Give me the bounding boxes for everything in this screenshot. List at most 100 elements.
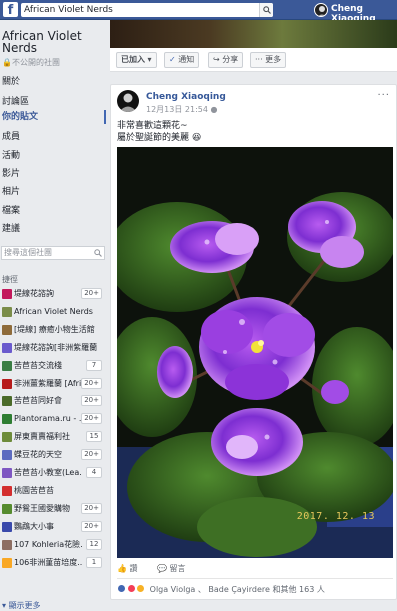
notification-count-badge: 15 (86, 431, 102, 443)
shortcut-item[interactable]: 屏東賣賣福利社 15 (0, 430, 106, 444)
author-avatar[interactable] (117, 90, 139, 112)
shortcut-label: 107 Kohleria花險... (14, 539, 82, 549)
share-icon: ↪ (213, 55, 223, 64)
group-thumbnail-icon (2, 289, 12, 299)
top-navbar: f African Violet Nerds Cheng Xiaoqing (0, 0, 397, 24)
post-card: Cheng Xiaoqing 12月13日 21:54 ● ··· 非常喜歡這顆… (110, 84, 397, 600)
shortcut-item[interactable]: 106非洲菫苗培度... 1 (0, 556, 106, 570)
shortcut-item[interactable]: 苦苣苔小教室(Lea... 4 (0, 466, 106, 480)
shortcut-item[interactable]: 苦苣苔交流棧 7 (0, 359, 106, 373)
shortcut-label: 非洲薑紫羅蘭 [Afri (14, 378, 82, 388)
post-photo-african-violet[interactable]: 2017. 12. 13 (117, 147, 393, 558)
group-thumbnail-icon (2, 557, 12, 568)
reactions-summary[interactable]: Olga Violga 、 Bade Çayirdere 和其他 163 人 (117, 584, 393, 595)
shortcut-label: 苦苣苔交流棧 (14, 360, 62, 370)
notification-count-badge: 20+ (81, 395, 102, 407)
group-cover-photo (110, 20, 397, 48)
shortcut-item[interactable]: 野鴛王國愛購物 20+ (0, 502, 106, 516)
notification-count-badge: 20+ (81, 288, 102, 299)
sidebar-item-members[interactable]: 成員 (2, 130, 106, 144)
group-privacy-label: 🔒不公開的社團 (2, 58, 60, 67)
shortcut-item[interactable]: 107 Kohleria花險... 12 (0, 538, 106, 552)
shortcut-item[interactable]: 堤線花諮詢 20+ (0, 287, 106, 301)
post-author-link[interactable]: Cheng Xiaoqing (146, 92, 226, 102)
globe-icon: ● (210, 105, 218, 114)
group-thumbnail-icon (2, 503, 12, 514)
shortcut-item[interactable]: 桃園苦苣苔 (0, 484, 106, 498)
sidebar-item-discussion[interactable]: 討論區 (2, 95, 106, 109)
shortcuts-heading: 捷徑 (2, 275, 18, 284)
group-action-bar: 已加入 ▾ ✓ 通知 ↪ 分享 ··· 更多 (110, 48, 397, 72)
shortcut-item[interactable]: 蝶豆花的天空 20+ (0, 448, 106, 462)
more-dots-icon: ··· (255, 55, 266, 64)
sidebar-item-your-posts[interactable]: 你的貼文 (2, 110, 106, 124)
shortcut-label: 鸚鵡大小事 (14, 521, 54, 531)
group-thumbnail-icon (2, 342, 12, 353)
comment-icon: 💬 (157, 564, 170, 573)
sidebar-item-files[interactable]: 檔案 (2, 204, 106, 218)
notification-count-badge: 12 (86, 538, 102, 550)
shortcut-label: 106非洲菫苗培度... (14, 557, 82, 567)
notification-count-badge: 20+ (81, 520, 102, 532)
group-thumbnail-icon (2, 468, 12, 478)
post-text-line-2: 屬於聖誕節的美麗 😆 (117, 133, 202, 143)
wow-reaction-icon (136, 584, 146, 593)
shortcut-label: African Violet Nerds (14, 306, 93, 316)
post-timestamp[interactable]: 12月13日 21:54 ● (146, 104, 218, 115)
group-thumbnail-icon (2, 432, 12, 443)
group-thumbnail-icon (2, 360, 12, 371)
shortcut-label: 堤線花諮詢[非洲紫羅蘭 (14, 342, 98, 352)
group-thumbnail-icon (2, 378, 12, 389)
love-reaction-icon (126, 584, 136, 593)
shortcut-item[interactable]: [堤線] 療癒小物生活館 (0, 323, 106, 337)
share-button[interactable]: ↪ 分享 (208, 52, 244, 68)
shortcut-label: 苦苣苔小教室(Lea... (14, 468, 82, 477)
shortcut-label: 桃園苦苣苔 (14, 485, 54, 495)
shortcut-item[interactable]: African Violet Nerds (0, 305, 106, 319)
like-button[interactable]: 👍 讚 (117, 563, 138, 574)
group-title[interactable]: African Violet Nerds (2, 30, 104, 54)
joined-button[interactable]: 已加入 ▾ (116, 52, 157, 68)
notification-count-badge: 20+ (81, 449, 102, 461)
notification-count-badge: 4 (86, 467, 102, 478)
group-thumbnail-icon (2, 485, 12, 496)
sidebar-item-about[interactable]: 關於 (2, 75, 106, 89)
group-thumbnail-icon (2, 414, 12, 425)
shortcut-item[interactable]: 鸚鵡大小事 20+ (0, 520, 106, 534)
sidebar-item-suggestions[interactable]: 建議 (2, 222, 106, 236)
post-options-button[interactable]: ··· (377, 90, 390, 101)
sidebar-item-photos[interactable]: 相片 (2, 185, 106, 199)
notification-count-badge: 20+ (81, 413, 102, 425)
shortcut-item[interactable]: 非洲薑紫羅蘭 [Afri 20+ (0, 377, 106, 391)
shortcut-item[interactable]: 苦苣苔同好會 20+ (0, 394, 106, 408)
shortcut-label: 堤線花諮詢 (14, 289, 54, 298)
search-input[interactable]: African Violet Nerds (21, 3, 273, 17)
shortcut-label: 苦苣苔同好會 (14, 396, 62, 406)
group-thumbnail-icon (2, 324, 12, 335)
sidebar-item-videos[interactable]: 影片 (2, 167, 106, 181)
thumbs-up-icon: 👍 (117, 564, 130, 573)
shortcut-label: [堤線] 療癒小物生活館 (14, 324, 95, 334)
comment-button[interactable]: 💬 留言 (157, 563, 186, 574)
violet-flower-image (117, 147, 393, 558)
notifications-button[interactable]: ✓ 通知 (164, 52, 200, 68)
notification-count-badge: 7 (86, 359, 102, 371)
search-icon (94, 249, 102, 257)
smile-emoji-icon: 😆 (191, 133, 202, 143)
group-sidebar: African Violet Nerds 🔒不公開的社團 關於 討論區 你的貼文… (0, 20, 108, 610)
more-button[interactable]: ··· 更多 (250, 52, 287, 68)
search-button[interactable] (259, 3, 273, 17)
shortcut-label: Plantorama.ru - ... (14, 414, 82, 424)
photo-date-stamp: 2017. 12. 13 (296, 511, 375, 522)
shortcut-item[interactable]: Plantorama.ru - ... 20+ (0, 412, 106, 426)
sidebar-item-events[interactable]: 活動 (2, 149, 106, 163)
notification-count-badge: 20+ (81, 377, 102, 389)
group-thumbnail-icon (2, 306, 12, 317)
notification-count-badge: 1 (86, 556, 102, 568)
group-search-input[interactable]: 搜尋這個社團 (1, 246, 105, 260)
user-avatar[interactable] (314, 3, 328, 17)
shortcut-item[interactable]: 堤線花諮詢[非洲紫羅蘭 (0, 341, 106, 355)
facebook-logo-icon[interactable]: f (3, 2, 18, 18)
see-more-link[interactable]: ▾ 顯示更多 (2, 600, 41, 611)
shortcut-label: 屏東賣賣福利社 (14, 432, 70, 442)
